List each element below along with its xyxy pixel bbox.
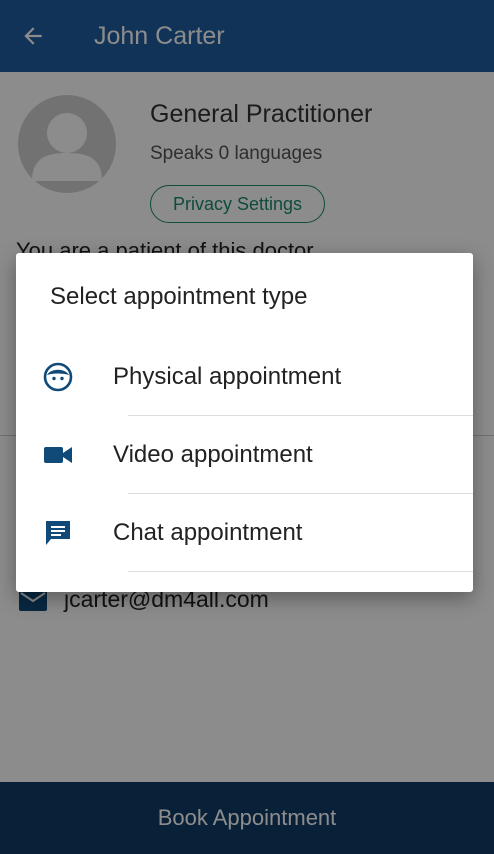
option-label: Chat appointment <box>113 519 303 546</box>
divider <box>128 571 473 572</box>
option-label: Video appointment <box>113 441 313 468</box>
videocam-icon <box>42 439 74 471</box>
dialog-title: Select appointment type <box>50 283 308 310</box>
chat-icon <box>42 517 74 549</box>
appointment-type-dialog: Select appointment type Physical appoint… <box>16 253 473 592</box>
face-icon <box>42 361 74 393</box>
option-label: Physical appointment <box>113 363 342 390</box>
option-physical-appointment[interactable]: Physical appointment <box>16 338 473 416</box>
option-video-appointment[interactable]: Video appointment <box>16 416 473 494</box>
option-chat-appointment[interactable]: Chat appointment <box>16 494 473 572</box>
